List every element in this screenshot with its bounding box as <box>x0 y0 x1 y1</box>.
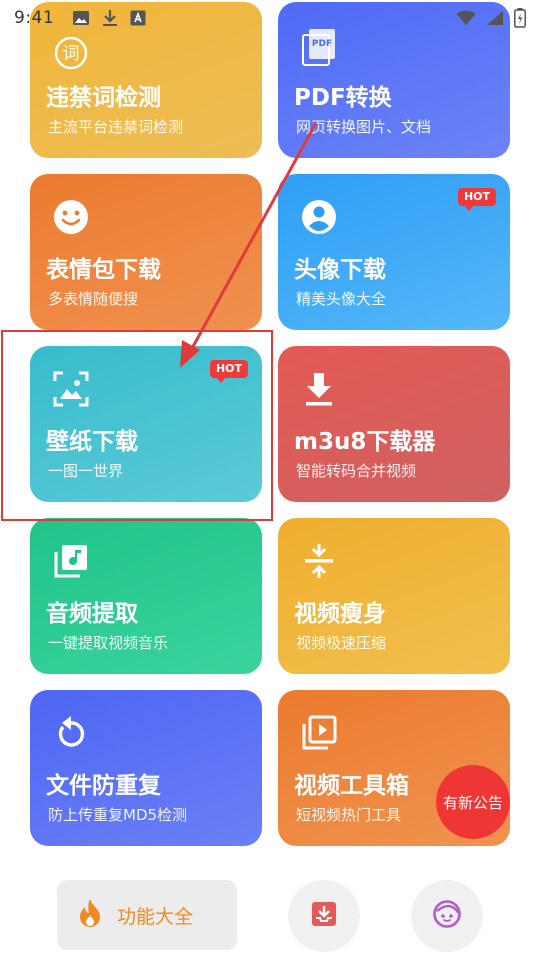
card-video-compress[interactable]: 视频瘦身 视频极速压缩 <box>278 518 510 674</box>
nav-profile[interactable] <box>411 880 483 952</box>
hot-badge: HOT <box>457 188 496 211</box>
font-icon <box>130 10 146 26</box>
card-avatar-download[interactable]: HOT 头像下载 精美头像大全 <box>278 174 510 330</box>
app-screen: 9:41 词 违禁词检测 主流平台违禁词检测 PDF PDF转换 网页转换图片、… <box>0 0 540 960</box>
replay-icon <box>50 712 92 754</box>
music-library-icon <box>50 540 92 582</box>
card-subtitle: 主流平台违禁词检测 <box>48 118 184 136</box>
nav-all-features[interactable]: 功能大全 <box>57 880 237 950</box>
highlight-box <box>1 330 273 521</box>
card-title: 文件防重复 <box>46 773 161 799</box>
svg-text:词: 词 <box>63 44 80 64</box>
card-title: 表情包下载 <box>46 257 161 283</box>
card-subtitle: 多表情随便搜 <box>48 290 139 308</box>
video-library-icon <box>298 712 340 754</box>
card-subtitle: 智能转码合并视频 <box>296 462 417 480</box>
card-title: 违禁词检测 <box>46 85 161 111</box>
card-subtitle: 视频极速压缩 <box>296 634 387 652</box>
nav-downloads[interactable] <box>288 880 360 952</box>
image-icon <box>72 10 90 26</box>
person-icon <box>298 196 340 238</box>
nav-all-features-label: 功能大全 <box>117 905 194 928</box>
status-time: 9:41 <box>14 8 55 28</box>
face-icon <box>432 899 462 933</box>
card-title: PDF转换 <box>294 85 392 111</box>
compress-icon <box>298 540 340 582</box>
notice-label: 有新公告 <box>442 793 503 812</box>
card-subtitle: 网页转换图片、文档 <box>296 118 432 136</box>
card-sticker-download[interactable]: 表情包下载 多表情随便搜 <box>30 174 262 330</box>
battery-icon <box>514 8 526 28</box>
ci-icon: 词 <box>50 32 92 74</box>
status-bar: 9:41 <box>0 0 540 36</box>
card-title: m3u8下载器 <box>294 429 436 455</box>
signal-icon <box>486 10 504 26</box>
card-title: 音频提取 <box>46 601 138 627</box>
card-title: 视频瘦身 <box>294 601 386 627</box>
download-icon <box>298 368 340 410</box>
card-subtitle: 精美头像大全 <box>296 290 387 308</box>
card-file-dedup[interactable]: 文件防重复 防上传重复MD5检测 <box>30 690 262 846</box>
svg-text:PDF: PDF <box>312 39 332 49</box>
card-title: 视频工具箱 <box>294 773 409 799</box>
card-m3u8-downloader[interactable]: m3u8下载器 智能转码合并视频 <box>278 346 510 502</box>
card-subtitle: 短视频热门工具 <box>296 806 402 824</box>
card-subtitle: 防上传重复MD5检测 <box>48 806 188 824</box>
smiley-icon <box>50 196 92 238</box>
download-icon <box>102 9 118 27</box>
inbox-download-icon <box>310 900 338 932</box>
card-title: 头像下载 <box>294 257 386 283</box>
card-subtitle: 一键提取视频音乐 <box>48 634 169 652</box>
card-audio-extract[interactable]: 音频提取 一键提取视频音乐 <box>30 518 262 674</box>
notice-button[interactable]: 有新公告 <box>436 765 510 839</box>
flame-icon <box>77 898 103 932</box>
wifi-icon <box>456 10 476 26</box>
